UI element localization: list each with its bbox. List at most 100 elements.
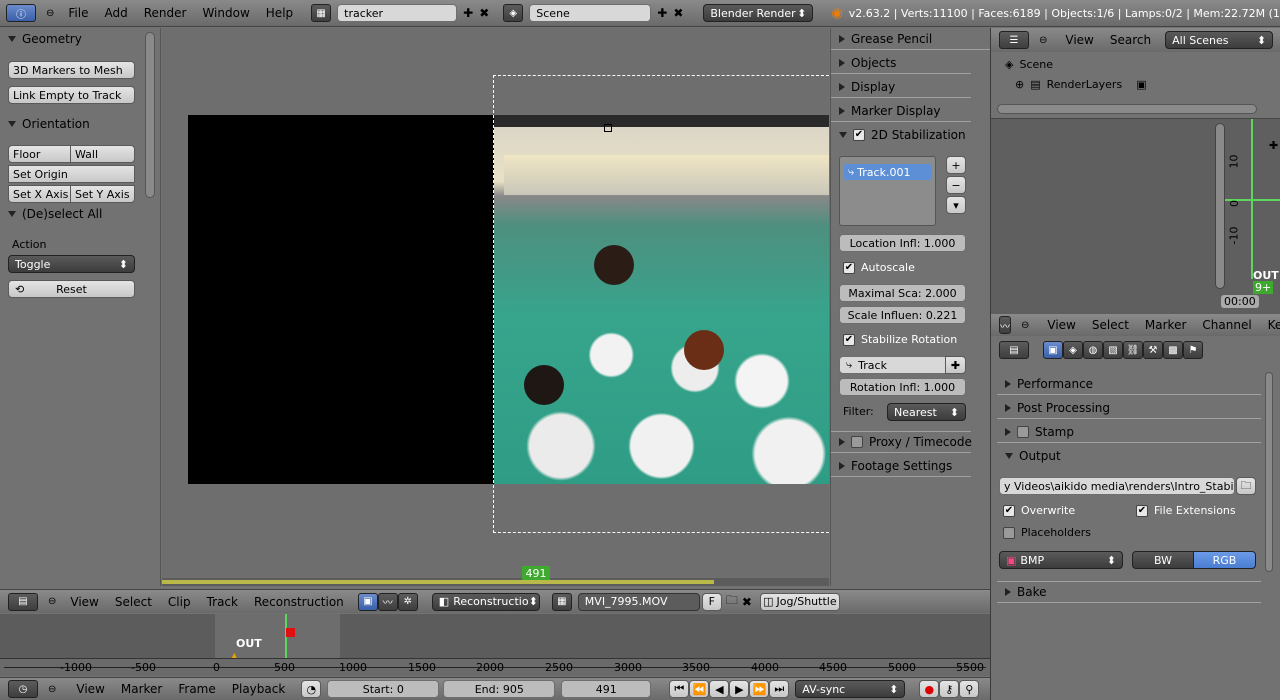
preview-range-icon[interactable]: ◔	[301, 680, 322, 698]
stabilization-checkbox[interactable]: ✔	[853, 129, 865, 141]
overwrite-row[interactable]: ✔ Overwrite	[1003, 504, 1075, 517]
sync-mode-select[interactable]: AV-sync ⬍	[795, 680, 906, 698]
outliner-menu-view[interactable]: View	[1057, 33, 1101, 47]
markers-to-mesh-button[interactable]: 3D Markers to Mesh	[8, 61, 135, 79]
overwrite-checkbox[interactable]: ✔	[1003, 504, 1015, 517]
graph-menu-view[interactable]: View	[1039, 318, 1083, 332]
proxy-checkbox[interactable]	[851, 436, 863, 448]
panel-bake[interactable]: Bake	[997, 581, 1261, 603]
autoscale-checkbox[interactable]: ✔	[843, 261, 855, 274]
constraints-tab-icon[interactable]: ⛓	[1123, 341, 1143, 359]
keyframe-insert-icon[interactable]: ⚲	[959, 680, 980, 698]
stabilize-rotation-checkbox[interactable]: ✔	[843, 333, 855, 346]
object-tab-icon[interactable]: ▧	[1103, 341, 1123, 359]
modifiers-tab-icon[interactable]: ⚒	[1143, 341, 1163, 359]
play-icon[interactable]: ▶	[729, 680, 750, 698]
collapse-menu-icon[interactable]: ⊖	[1039, 35, 1047, 46]
graph-view-icon[interactable]: 〰	[377, 592, 398, 611]
output-path-field[interactable]: y Videos\aikido media\renders\Intro_Stab…	[999, 477, 1235, 495]
stabilization-track-list[interactable]: ⤷ Track.001	[839, 156, 936, 226]
panel-performance[interactable]: Performance	[997, 373, 1261, 395]
clip-menu-track[interactable]: Track	[199, 595, 246, 609]
maximal-scale-field[interactable]: Maximal Sca: 2.000	[839, 284, 966, 302]
remove-track-button[interactable]: −	[946, 176, 966, 194]
rotation-influence-field[interactable]: Rotation Infl: 1.000	[839, 378, 966, 396]
record-icon[interactable]: ●	[919, 680, 940, 698]
add-track-button[interactable]: +	[946, 156, 966, 174]
physics-tab-icon[interactable]: ⚑	[1183, 341, 1203, 359]
clip-view-icon[interactable]: ▣	[357, 592, 378, 611]
scene-name-field[interactable]: Scene	[529, 4, 652, 22]
panel-marker-display[interactable]: Marker Display	[831, 100, 971, 122]
add-scene-icon[interactable]: ✚	[657, 6, 667, 20]
browse-folder-icon[interactable]: 🗀	[1236, 477, 1256, 495]
panel-2d-stabilization[interactable]: ✔ 2D Stabilization	[831, 124, 971, 146]
properties-scrollbar[interactable]	[1265, 372, 1273, 572]
action-select[interactable]: Toggle ⬍	[8, 255, 135, 273]
start-frame-field[interactable]: Start: 0	[327, 680, 440, 698]
next-keyframe-icon[interactable]: ⏩	[749, 680, 770, 698]
autoscale-row[interactable]: ✔ Autoscale	[843, 261, 915, 274]
track-list-item[interactable]: ⤷ Track.001	[844, 164, 931, 180]
timeline-ruler[interactable]: -1000 -500 0 500 1000 1500 2000 2500 300…	[0, 658, 990, 676]
menu-render[interactable]: Render	[136, 6, 195, 20]
editor-type-clip-icon[interactable]: ▤	[8, 592, 38, 611]
rotation-track-field[interactable]: ⤷ Track	[839, 356, 946, 374]
panel-grease-pencil[interactable]: Grease Pencil	[831, 28, 990, 50]
tool-shelf-scrollbar[interactable]	[145, 32, 155, 198]
open-folder-icon[interactable]: 🗀	[726, 591, 738, 612]
editor-type-timeline-icon[interactable]: ◷	[8, 680, 38, 698]
screen-layout-icon[interactable]: ▦	[311, 4, 332, 22]
menu-file[interactable]: File	[60, 6, 96, 20]
scene-tab-icon[interactable]: ◈	[1063, 341, 1083, 359]
link-empty-button[interactable]: Link Empty to Track	[8, 86, 135, 104]
outliner-scope-select[interactable]: All Scenes ⬍	[1165, 31, 1274, 49]
wall-button[interactable]: Wall	[70, 145, 135, 163]
panel-deselect-header[interactable]: (De)select All	[0, 203, 140, 225]
panel-output[interactable]: Output	[997, 445, 1261, 467]
timeline-menu-playback[interactable]: Playback	[224, 682, 294, 696]
jump-end-icon[interactable]: ⏭	[769, 680, 790, 698]
panel-geometry-header[interactable]: Geometry	[0, 28, 160, 50]
clip-menu-view[interactable]: View	[62, 595, 106, 609]
panel-proxy-timecode[interactable]: Proxy / Timecode	[831, 431, 972, 453]
screen-name-field[interactable]: tracker	[337, 4, 458, 22]
editor-type-info-icon[interactable]: ⓘ	[6, 4, 36, 22]
timeline-menu-marker[interactable]: Marker	[113, 682, 170, 696]
fake-user-button[interactable]: F	[701, 592, 722, 611]
clip-name-field[interactable]: MVI_7995.MOV	[577, 592, 700, 611]
panel-display[interactable]: Display	[831, 76, 971, 98]
play-reverse-icon[interactable]: ◀	[709, 680, 730, 698]
clip-menu-reconstruction[interactable]: Reconstruction	[246, 595, 352, 609]
panel-objects[interactable]: Objects	[831, 52, 971, 74]
placeholders-checkbox[interactable]	[1003, 526, 1015, 539]
editor-type-graph-icon[interactable]: 〰	[999, 316, 1011, 334]
placeholders-row[interactable]: Placeholders	[1003, 526, 1091, 539]
stabilize-rotation-row[interactable]: ✔ Stabilize Rotation	[843, 333, 957, 346]
add-screen-icon[interactable]: ✚	[463, 6, 473, 20]
clip-browse-icon[interactable]: ▦	[551, 592, 572, 611]
menu-add[interactable]: Add	[96, 6, 135, 20]
scene-icon[interactable]: ◈	[503, 4, 524, 22]
dopesheet-view-icon[interactable]: ✲	[397, 592, 418, 611]
mode-select[interactable]: ◧ Reconstructio ⬍	[431, 592, 540, 611]
outliner-row-scene[interactable]: ◈ Scene	[1005, 58, 1053, 71]
graph-menu-marker[interactable]: Marker	[1137, 318, 1194, 332]
outliner-scrollbar[interactable]	[997, 104, 1257, 114]
panel-stamp[interactable]: Stamp	[997, 421, 1261, 443]
set-x-axis-button[interactable]: Set X Axis	[8, 185, 71, 203]
prev-keyframe-icon[interactable]: ⏪	[689, 680, 710, 698]
clip-timeline[interactable]: OUT ▲ -1000 -500 0 500 1000 1500 2000 25…	[0, 614, 990, 676]
graph-menu-channel[interactable]: Channel	[1194, 318, 1259, 332]
file-extensions-checkbox[interactable]: ✔	[1136, 504, 1148, 517]
reset-button[interactable]: ⟲ Reset	[8, 280, 135, 298]
collapse-menu-icon[interactable]: ⊖	[46, 8, 54, 19]
menu-window[interactable]: Window	[194, 6, 257, 20]
editor-type-properties-icon[interactable]: ▤	[999, 341, 1029, 359]
keying-icon[interactable]: ⚷	[939, 680, 960, 698]
jog-shuttle-button[interactable]: ◫ Jog/Shuttle	[759, 592, 840, 611]
editor-type-outliner-icon[interactable]: ☰	[999, 31, 1029, 49]
render-engine-select[interactable]: Blender Render ⬍	[703, 4, 814, 22]
clip-viewport[interactable]: 491	[162, 28, 829, 586]
stamp-checkbox[interactable]	[1017, 425, 1029, 438]
